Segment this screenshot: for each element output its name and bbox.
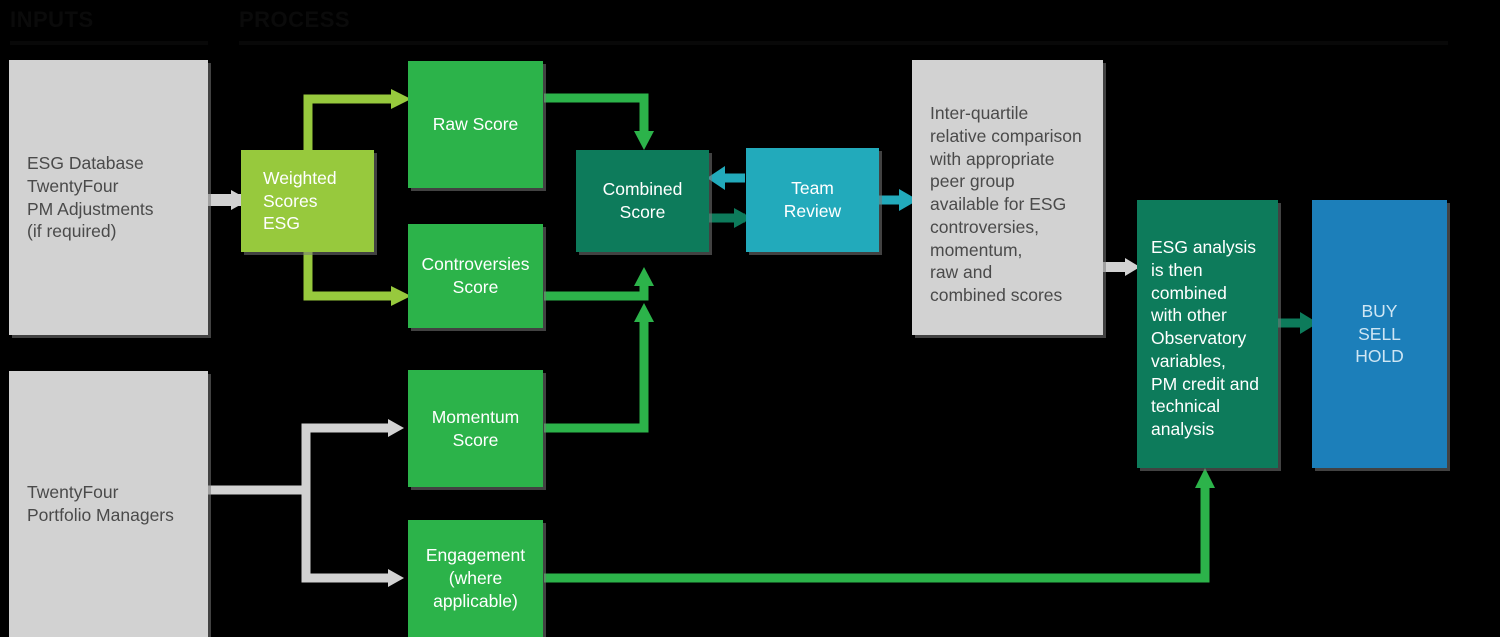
edge-interquartile-to-esg-analysis [1103,258,1140,276]
edge-combined-score-to-team-review [705,208,752,228]
edge-portfolio-managers-to-engagement [301,490,404,587]
box-esg-database-label: ESG Database TwentyFour PM Adjustments (… [27,153,154,242]
edge-weighted-scores-to-controversies-score [303,252,411,306]
box-esg-analysis[interactable]: ESG analysis is then combined with other… [1137,200,1278,468]
box-decision[interactable]: BUY SELL HOLD [1312,200,1447,468]
edge-portfolio-managers-to-momentum-score [208,419,404,495]
box-engagement[interactable]: Engagement (where applicable) [408,520,543,637]
header-right-rule [239,41,1448,45]
box-team-review[interactable]: Team Review [746,148,879,252]
header-left-rule [10,41,208,45]
edge-weighted-scores-to-raw-score [303,89,411,150]
edge-controversies-score-to-combined-score [544,267,654,301]
box-controversies-score-label: Controversies Score [421,254,530,297]
box-weighted-scores-label: Weighted Scores ESG [263,167,337,234]
edge-raw-score-to-combined-score [544,93,654,150]
box-decision-label: BUY SELL HOLD [1355,300,1404,367]
box-interquartile-label: Inter-quartile relative comparison with … [930,103,1082,305]
box-momentum-score-label: Momentum Score [431,406,520,450]
box-esg-analysis-label: ESG analysis is then combined with other… [1151,237,1259,439]
header-right-label: PROCESS [239,7,351,32]
edge-momentum-score-to-combined-score [544,303,654,433]
box-portfolio-managers-label: TwentyFour Portfolio Managers [27,482,174,525]
box-portfolio-managers[interactable]: TwentyFour Portfolio Managers [9,371,208,637]
box-team-review-label: Team Review [783,178,842,221]
edge-engagement-to-esg-analysis [544,468,1215,583]
box-esg-database[interactable]: ESG Database TwentyFour PM Adjustments (… [9,60,208,335]
edge-team-review-to-combined-score [707,166,745,190]
box-momentum-score[interactable]: Momentum Score [408,370,543,487]
box-interquartile[interactable]: Inter-quartile relative comparison with … [912,60,1103,335]
box-engagement-label: Engagement (where applicable) [425,545,526,611]
box-combined-score[interactable]: Combined Score [576,150,709,252]
header-left-label: INPUTS [10,7,94,32]
diagram-canvas: INPUTS PROCESS ESG Database TwentyFour P… [0,0,1500,637]
box-combined-score-label: Combined Score [602,179,683,222]
box-weighted-scores[interactable]: Weighted Scores ESG [241,150,374,252]
box-raw-score-label: Raw Score [432,114,519,135]
box-controversies-score[interactable]: Controversies Score [408,224,543,328]
box-raw-score[interactable]: Raw Score [408,61,543,188]
